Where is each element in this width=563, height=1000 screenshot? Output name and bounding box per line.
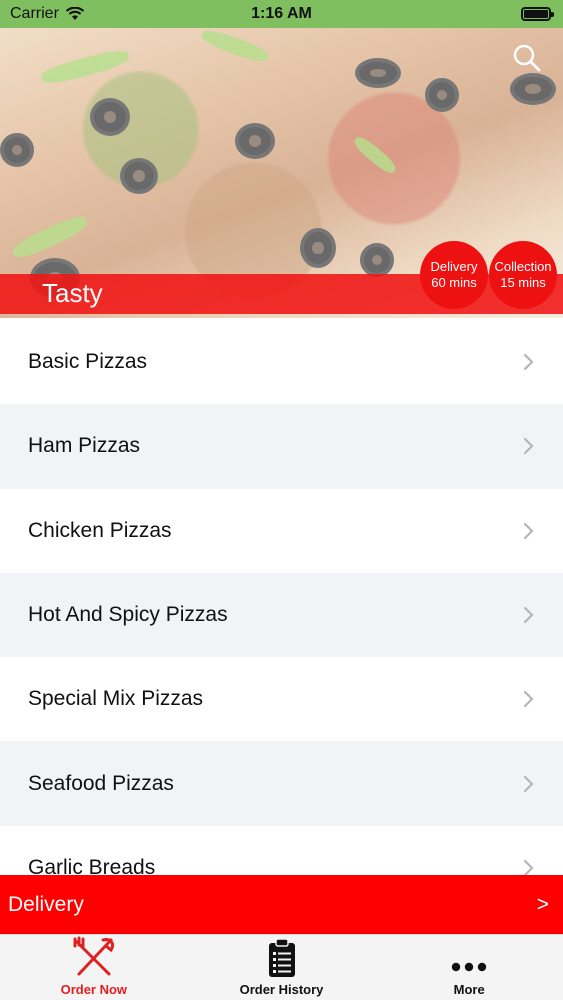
chevron-right-icon: [523, 691, 534, 708]
tab-more[interactable]: More: [375, 935, 563, 1000]
chevron-right-icon: [523, 522, 534, 539]
clipboard-list-icon: [268, 938, 295, 977]
category-label: Hot And Spicy Pizzas: [28, 603, 228, 627]
delivery-badge-label: Delivery: [430, 259, 478, 274]
category-label: Chicken Pizzas: [28, 518, 172, 542]
chevron-right-icon: [523, 438, 534, 455]
collection-badge-time: 15 mins: [500, 275, 546, 290]
category-row-ham-pizzas[interactable]: Ham Pizzas: [0, 404, 563, 489]
category-label: Ham Pizzas: [28, 434, 141, 458]
category-row-hot-and-spicy-pizzas[interactable]: Hot And Spicy Pizzas: [0, 572, 563, 658]
delivery-time-badge: Delivery 60 mins: [420, 241, 488, 309]
status-left: Carrier: [10, 5, 85, 23]
delivery-mode-label: Delivery: [8, 892, 84, 916]
delivery-badge-time: 60 mins: [431, 275, 477, 290]
more-dots-icon: [451, 962, 487, 972]
chevron-right-icon: [523, 606, 534, 624]
fork-knife-icon: [73, 936, 114, 976]
tab-more-label: More: [453, 982, 485, 997]
collection-time-badge: Collection 15 mins: [489, 241, 557, 309]
category-row-seafood-pizzas[interactable]: Seafood Pizzas: [0, 741, 563, 826]
status-bar: Carrier 1:16 AM: [0, 0, 563, 28]
wifi-icon: [65, 7, 85, 20]
chevron-right-icon: [523, 859, 534, 875]
carrier-label: Carrier: [10, 5, 59, 22]
delivery-mode-button[interactable]: Delivery >: [0, 875, 563, 934]
category-row-special-mix-pizzas[interactable]: Special Mix Pizzas: [0, 657, 563, 742]
tab-order-now-label: Order Now: [60, 982, 128, 997]
category-row-garlic-breads[interactable]: Garlic Breads: [0, 825, 563, 875]
tab-order-history[interactable]: Order History: [188, 935, 376, 1000]
restaurant-name: Tasty: [42, 278, 103, 308]
category-label: Basic Pizzas: [28, 350, 148, 374]
tab-order-history-label: Order History: [239, 982, 324, 997]
tab-bar: Order Now Order History More: [0, 934, 563, 1000]
category-label: Garlic Breads: [28, 855, 156, 875]
search-icon[interactable]: [511, 42, 543, 74]
battery-icon: [521, 7, 554, 21]
collection-badge-label: Collection: [494, 259, 552, 274]
category-label: Special Mix Pizzas: [28, 687, 204, 711]
hero-banner: Tasty Delivery 60 mins Collection 15 min…: [0, 28, 563, 318]
category-row-basic-pizzas[interactable]: Basic Pizzas: [0, 320, 563, 405]
delivery-arrow-icon: >: [536, 892, 549, 916]
category-row-chicken-pizzas[interactable]: Chicken Pizzas: [0, 488, 563, 573]
chevron-right-icon: [523, 354, 534, 371]
category-list: Basic Pizzas Ham Pizzas Chicken Pizzas H…: [0, 320, 563, 875]
tab-order-now[interactable]: Order Now: [0, 935, 188, 1000]
category-label: Seafood Pizzas: [28, 771, 174, 795]
chevron-right-icon: [523, 775, 534, 792]
